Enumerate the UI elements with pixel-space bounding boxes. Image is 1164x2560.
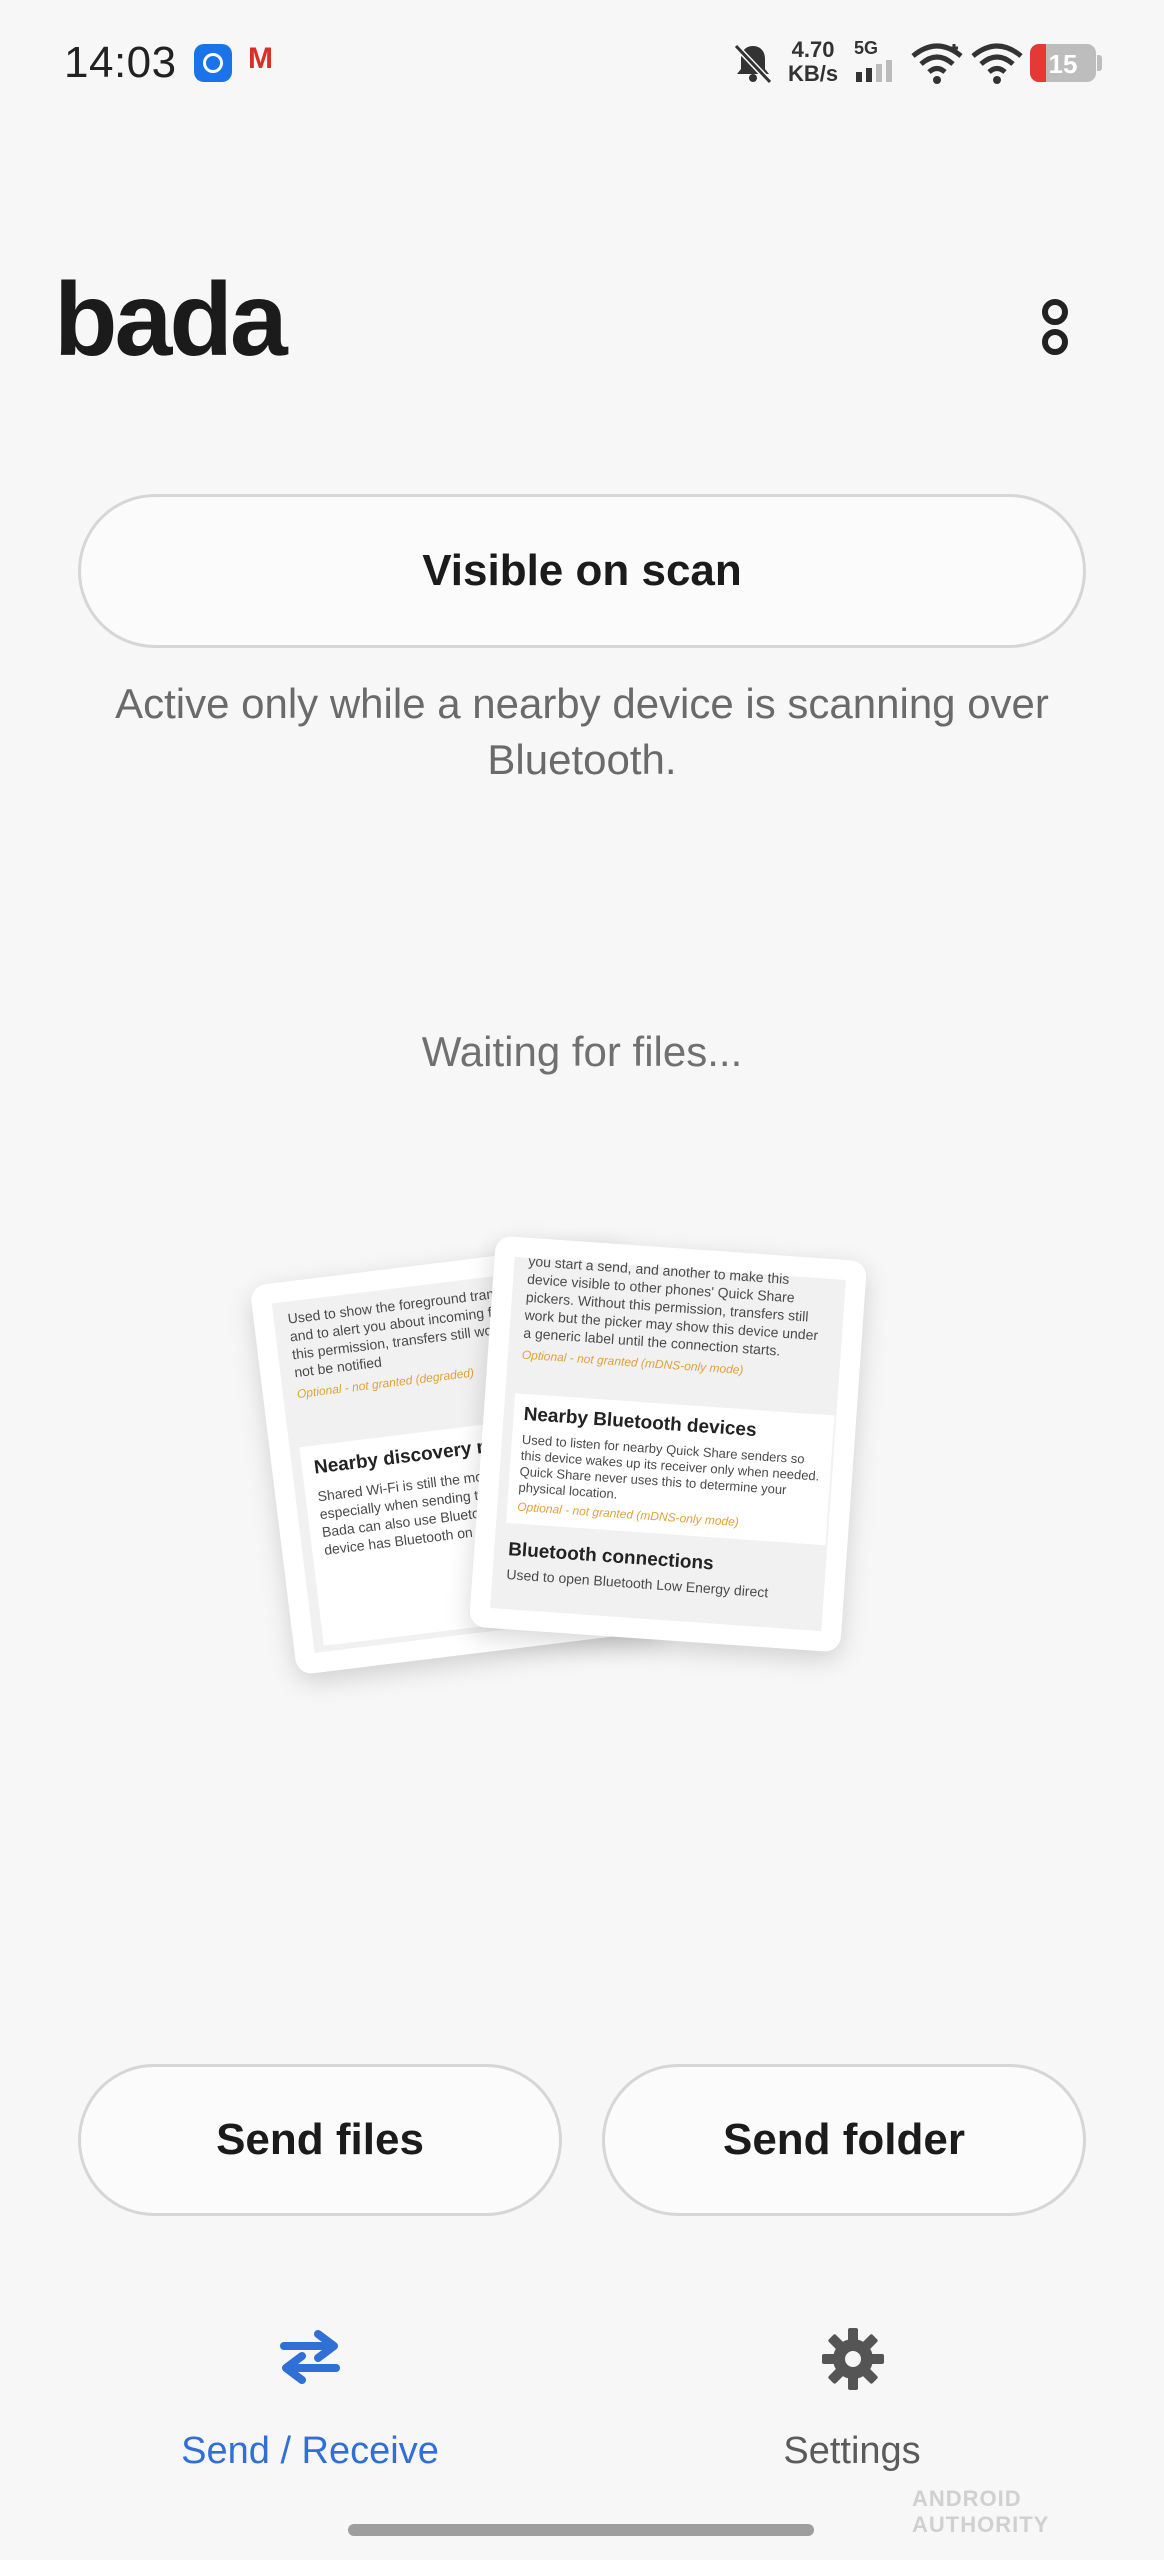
status-time: 14:03 — [64, 38, 177, 87]
data-rate-value: 4.70 — [791, 37, 835, 62]
send-files-button[interactable]: Send files — [78, 2064, 562, 2216]
data-rate-unit: KB/s — [788, 61, 839, 86]
permission-card-illustration-right: you start a send, and another to make th… — [468, 1235, 868, 1653]
gmail-icon: M — [248, 42, 273, 75]
send-folder-button[interactable]: Send folder — [602, 2064, 1086, 2216]
gesture-navigation-bar[interactable] — [348, 2524, 814, 2536]
signal-icon: 5G — [852, 38, 900, 84]
nav-item-send-receive[interactable]: Send / Receive — [120, 2430, 500, 2473]
card-text: you start a send, and another to make th… — [522, 1252, 819, 1359]
watermark: ANDROID AUTHORITY — [912, 2486, 1050, 2537]
gear-icon[interactable] — [820, 2326, 886, 2392]
app-notification-icon — [194, 44, 232, 82]
app-title: bada — [54, 262, 288, 378]
battery-icon: 15 — [1030, 44, 1096, 82]
bell-muted-icon — [733, 43, 773, 85]
network-type: 5G — [854, 38, 879, 58]
battery-level: 15 — [1048, 49, 1078, 79]
swap-arrows-icon[interactable] — [276, 2328, 344, 2384]
visibility-toggle-button[interactable]: Visible on scan — [78, 494, 1086, 648]
visibility-description: Active only while a nearby device is sca… — [115, 680, 1049, 783]
wifi-icon — [971, 43, 1023, 84]
data-rate: 4.70 KB/s — [788, 38, 838, 86]
nav-item-settings[interactable]: Settings — [682, 2430, 1022, 2473]
waiting-status: Waiting for files... — [421, 1028, 743, 1075]
wifi-icon — [911, 43, 963, 84]
overflow-menu-icon[interactable] — [1032, 296, 1078, 362]
battery-tip — [1097, 55, 1102, 71]
